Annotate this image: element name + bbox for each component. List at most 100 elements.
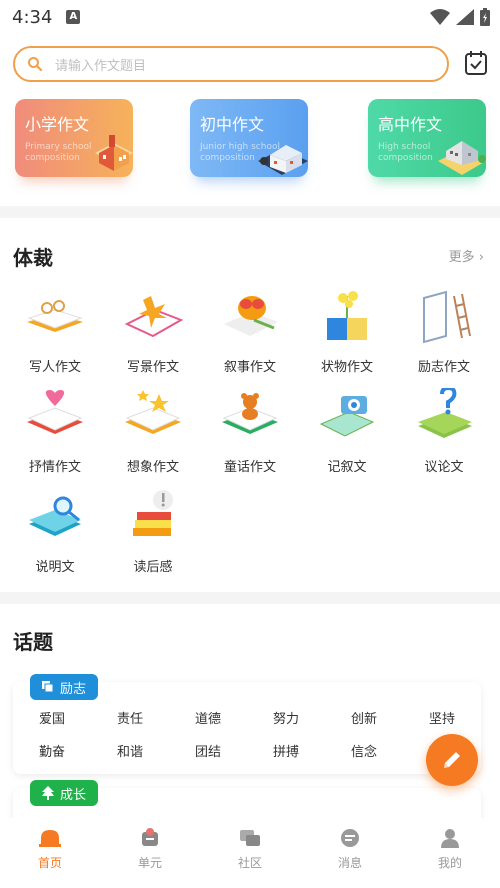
school-building-icon (258, 145, 308, 175)
search-placeholder: 请输入作文题目 (55, 58, 147, 74)
tree-icon (42, 786, 54, 800)
genre-label: 叙事作文 (223, 360, 276, 375)
home-icon (39, 830, 61, 847)
tab-profile[interactable]: 我的 (400, 818, 500, 888)
wifi-icon (430, 9, 450, 25)
topic-tag-label: 成长 (60, 787, 87, 803)
topic-word[interactable]: 坚持 (429, 708, 500, 727)
search-icon (28, 57, 43, 72)
book-flower-icon (327, 291, 367, 340)
genre-label: 说明文 (35, 560, 75, 575)
app-notification-icon: A (66, 10, 81, 24)
tab-messages[interactable]: 消息 (300, 818, 400, 888)
book-gift-icon (224, 296, 278, 336)
pencil-icon (444, 752, 460, 768)
topic-tag[interactable]: 励志 (30, 674, 99, 700)
genre-item-record[interactable]: 记叙文 (307, 388, 387, 475)
topic-word[interactable]: 创新 (351, 708, 429, 727)
copy-icon (42, 681, 54, 693)
genre-label: 写景作文 (126, 360, 179, 375)
battery-icon (480, 8, 490, 26)
topic-word[interactable]: 拼搏 (273, 741, 351, 760)
tab-label: 单元 (137, 856, 162, 870)
status-time: 4:34 (12, 6, 53, 28)
book-stars-icon (125, 390, 181, 434)
level-card-primary[interactable]: 小学作文 Primary school composition (15, 99, 133, 177)
genre-item-scenery[interactable]: 写景作文 (113, 288, 193, 375)
topic-word[interactable]: 努力 (273, 708, 351, 727)
open-book-glasses-icon (27, 300, 83, 332)
book-leaf-icon (124, 296, 184, 338)
tab-label: 消息 (337, 856, 362, 870)
unit-icon (142, 828, 158, 846)
genre-label: 抒情作文 (28, 460, 81, 475)
genre-label: 状物作文 (320, 360, 373, 375)
genre-item-object[interactable]: 状物作文 (307, 288, 387, 375)
genre-label: 励志作文 (417, 360, 470, 375)
topic-word[interactable]: 责任 (117, 708, 195, 727)
genre-item-inspire[interactable]: 励志作文 (404, 288, 484, 375)
user-icon (441, 829, 459, 848)
map-camera-icon (319, 396, 375, 437)
status-icons (430, 8, 490, 26)
topic-group-card: 励志 爱国 责任 道德 努力 创新 坚持 勤奋 和谐 团结 拼搏 信念 勤 (13, 674, 481, 774)
tab-label: 社区 (237, 856, 262, 870)
topics-section: 话题 励志 爱国 责任 道德 努力 创新 坚持 勤奋 和谐 团结 拼搏 信念 勤… (0, 604, 500, 818)
book-ladder-icon (423, 290, 471, 344)
topics-title: 话题 (13, 630, 53, 654)
tab-label: 我的 (437, 856, 462, 870)
genre-more-link[interactable]: 更多 › (449, 246, 484, 265)
signal-icon (456, 9, 474, 25)
tab-home[interactable]: 首页 (0, 818, 100, 888)
message-icon (341, 829, 359, 847)
book-question-icon (418, 385, 472, 438)
level-card-senior[interactable]: 高中作文 High school composition (368, 99, 486, 177)
genre-item-imagine[interactable]: 想象作文 (113, 388, 193, 475)
tab-unit[interactable]: 单元 (100, 818, 200, 888)
genre-label: 童话作文 (223, 460, 276, 475)
book-stack-exclaim-icon (133, 490, 173, 536)
community-icon (240, 830, 260, 846)
topic-word[interactable]: 和谐 (117, 741, 195, 760)
genre-label: 记叙文 (327, 460, 367, 475)
topic-tag-label: 励志 (60, 681, 87, 697)
genre-label: 议论文 (424, 460, 464, 475)
genre-item-expository[interactable]: 说明文 (15, 488, 95, 575)
topic-word[interactable]: 信念 (351, 741, 429, 760)
genre-item-lyric[interactable]: 抒情作文 (15, 388, 95, 475)
topic-word[interactable]: 爱国 (39, 708, 117, 727)
level-card-junior[interactable]: 初中作文 Junior high school composition (190, 99, 308, 177)
school-building-icon (95, 135, 133, 171)
status-bar: 4:34 A (0, 0, 500, 34)
book-magnifier-icon (29, 496, 81, 536)
topic-tag[interactable]: 成长 (30, 780, 99, 806)
genre-label: 想象作文 (126, 460, 179, 475)
topic-word[interactable]: 团结 (195, 741, 273, 760)
bottom-tab-bar: 首页 单元 社区 消息 我的 (0, 818, 500, 888)
tab-label: 首页 (37, 856, 62, 870)
genre-item-fairytale[interactable]: 童话作文 (210, 388, 290, 475)
tab-community[interactable]: 社区 (200, 818, 300, 888)
genre-label: 读后感 (133, 560, 173, 575)
genre-label: 写人作文 (28, 360, 81, 375)
topic-word[interactable]: 勤奋 (39, 741, 117, 760)
book-heart-icon (27, 390, 83, 434)
genre-item-narrative[interactable]: 叙事作文 (210, 288, 290, 375)
search-input[interactable]: 请输入作文题目 (13, 46, 449, 82)
more-label: 更多 (448, 250, 475, 265)
topic-word[interactable]: 道德 (195, 708, 273, 727)
search-header: 请输入作文题目 (0, 34, 500, 96)
chevron-right-icon: › (478, 250, 484, 265)
genre-item-portrait[interactable]: 写人作文 (15, 288, 95, 375)
checkin-calendar-icon[interactable] (464, 50, 488, 76)
genre-item-argument[interactable]: 议论文 (404, 385, 484, 475)
topic-group-card: 成长 (13, 780, 481, 818)
topic-words: 爱国 责任 道德 努力 创新 坚持 勤奋 和谐 团结 拼搏 信念 勤 (39, 708, 479, 760)
school-building-icon (438, 141, 486, 175)
genre-title: 体裁 (13, 246, 53, 270)
book-teddy-bear-icon (222, 393, 278, 434)
genre-section: 体裁 更多 › 写人作文 写景作文 叙事作文 状物作文 励志作文 抒情作文 想象… (0, 218, 500, 592)
genre-item-reflection[interactable]: 读后感 (113, 488, 193, 575)
write-fab-button[interactable] (426, 734, 478, 786)
level-cards: 小学作文 Primary school composition 初中作文 Jun… (0, 96, 500, 206)
